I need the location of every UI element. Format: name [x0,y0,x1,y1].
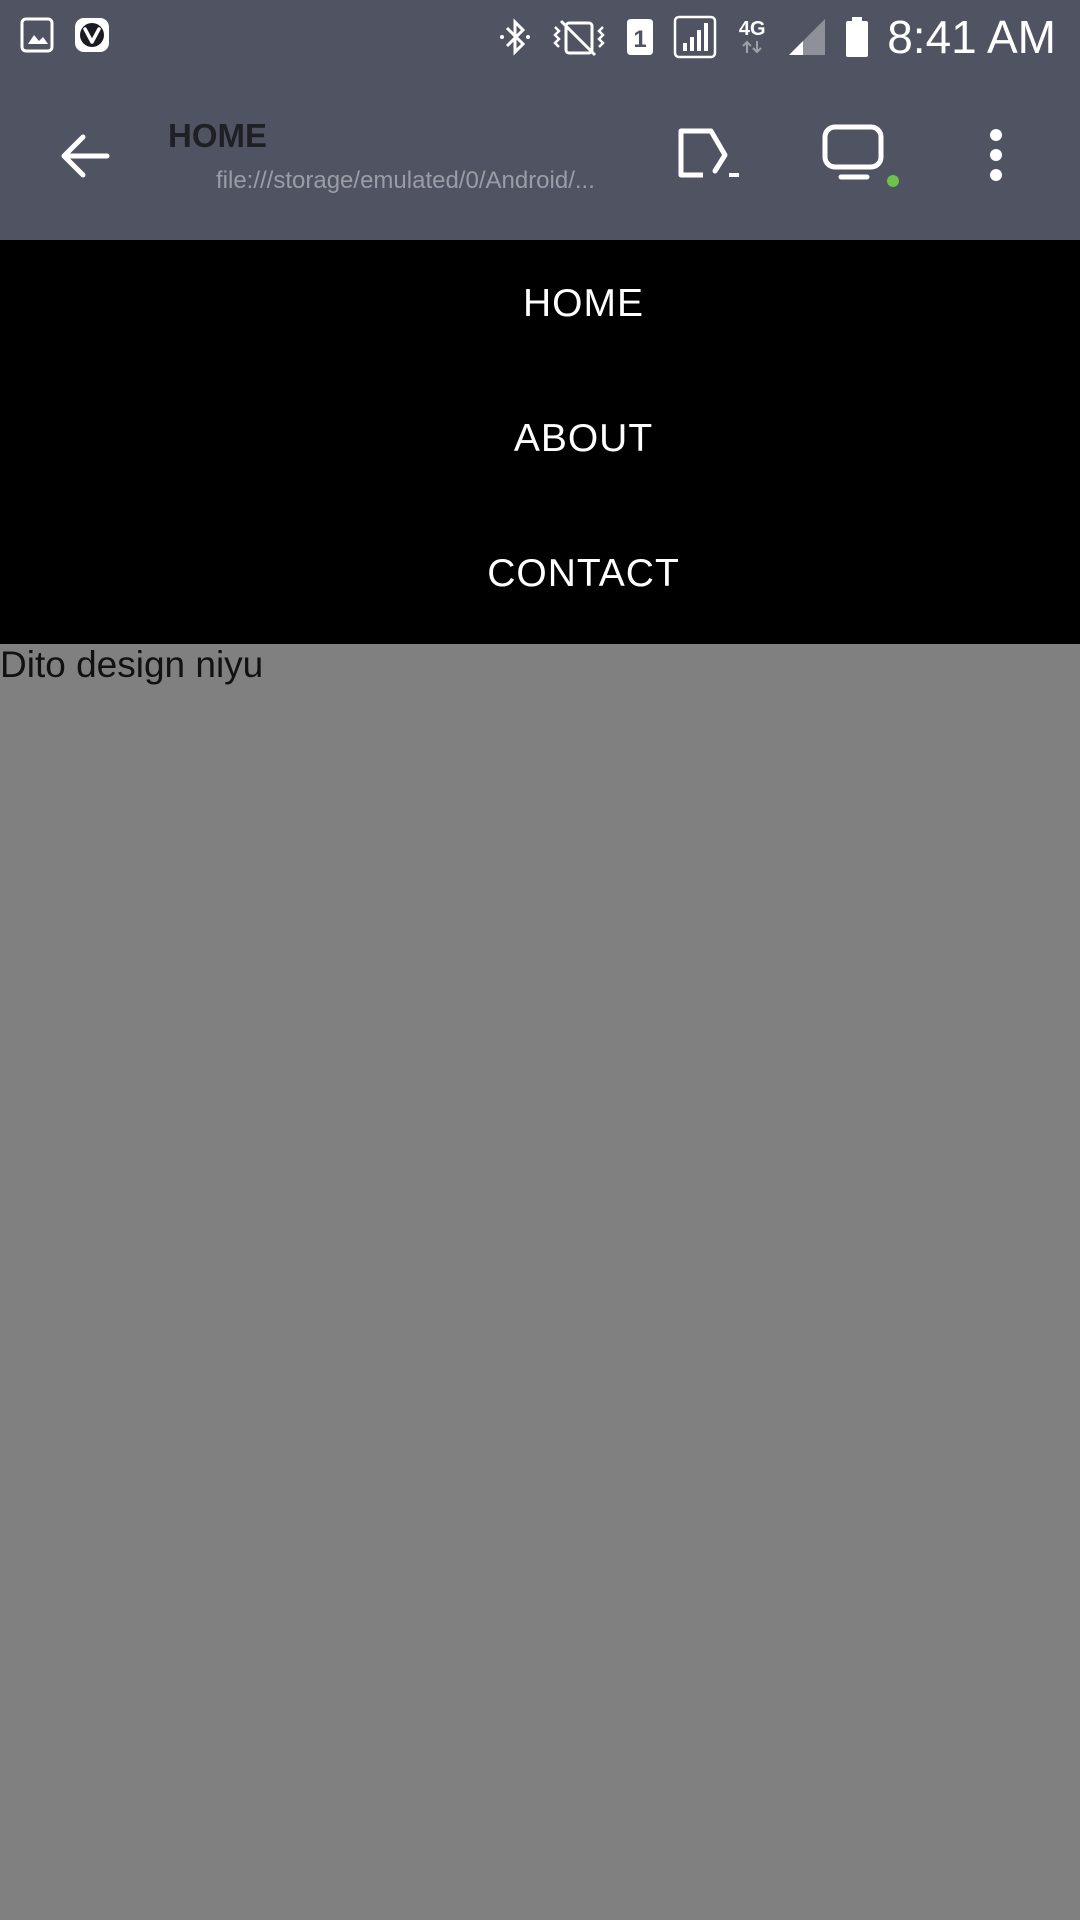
bluetooth-icon [497,17,533,57]
page-title: HOME [168,117,267,154]
page-title-block[interactable]: HOME file:///storage/emulated/0/Android/… [168,116,628,196]
nav-item-label: HOME [523,282,644,325]
status-dot [887,175,899,187]
back-button[interactable] [50,126,120,186]
network-label: 4G [738,18,766,40]
signal-weak-icon [787,17,827,57]
status-right-icons: 1 4G 8:41 AM [497,10,1056,64]
sim-icon: 1 [625,17,655,57]
status-bar: 1 4G 8:41 AM [0,0,1080,74]
nav-item-label: CONTACT [487,552,680,595]
gallery-icon [20,16,54,59]
nav-menu: HOME ABOUT CONTACT [0,240,1080,644]
network-4g-icon: 4G [735,19,769,55]
cast-button[interactable] [816,120,906,190]
open-external-icon [678,128,739,178]
browser-toolbar: HOME file:///storage/emulated/0/Android/… [0,74,1080,240]
nav-item-contact[interactable]: CONTACT [0,524,1080,624]
sim-number: 1 [634,26,647,53]
body-text: Dito design niyu [0,644,264,685]
arrow-left-icon [61,134,110,178]
page-content: Dito design niyu [0,644,1080,1920]
nav-item-about[interactable]: ABOUT [0,389,1080,489]
screen-icon [822,124,899,187]
more-vert-icon [990,129,1002,181]
more-options-button[interactable] [966,120,1026,190]
battery-icon [845,16,869,58]
open-in-browser-button[interactable] [670,120,750,190]
nav-item-home[interactable]: HOME [0,254,1080,354]
nav-item-label: ABOUT [513,417,654,460]
vivaldi-icon [74,16,110,59]
vibrate-icon [551,17,607,57]
status-clock: 8:41 AM [887,11,1056,63]
status-left-icons [20,16,130,59]
page-url: file:///storage/emulated/0/Android/... [216,167,595,194]
signal-icon [673,15,717,59]
